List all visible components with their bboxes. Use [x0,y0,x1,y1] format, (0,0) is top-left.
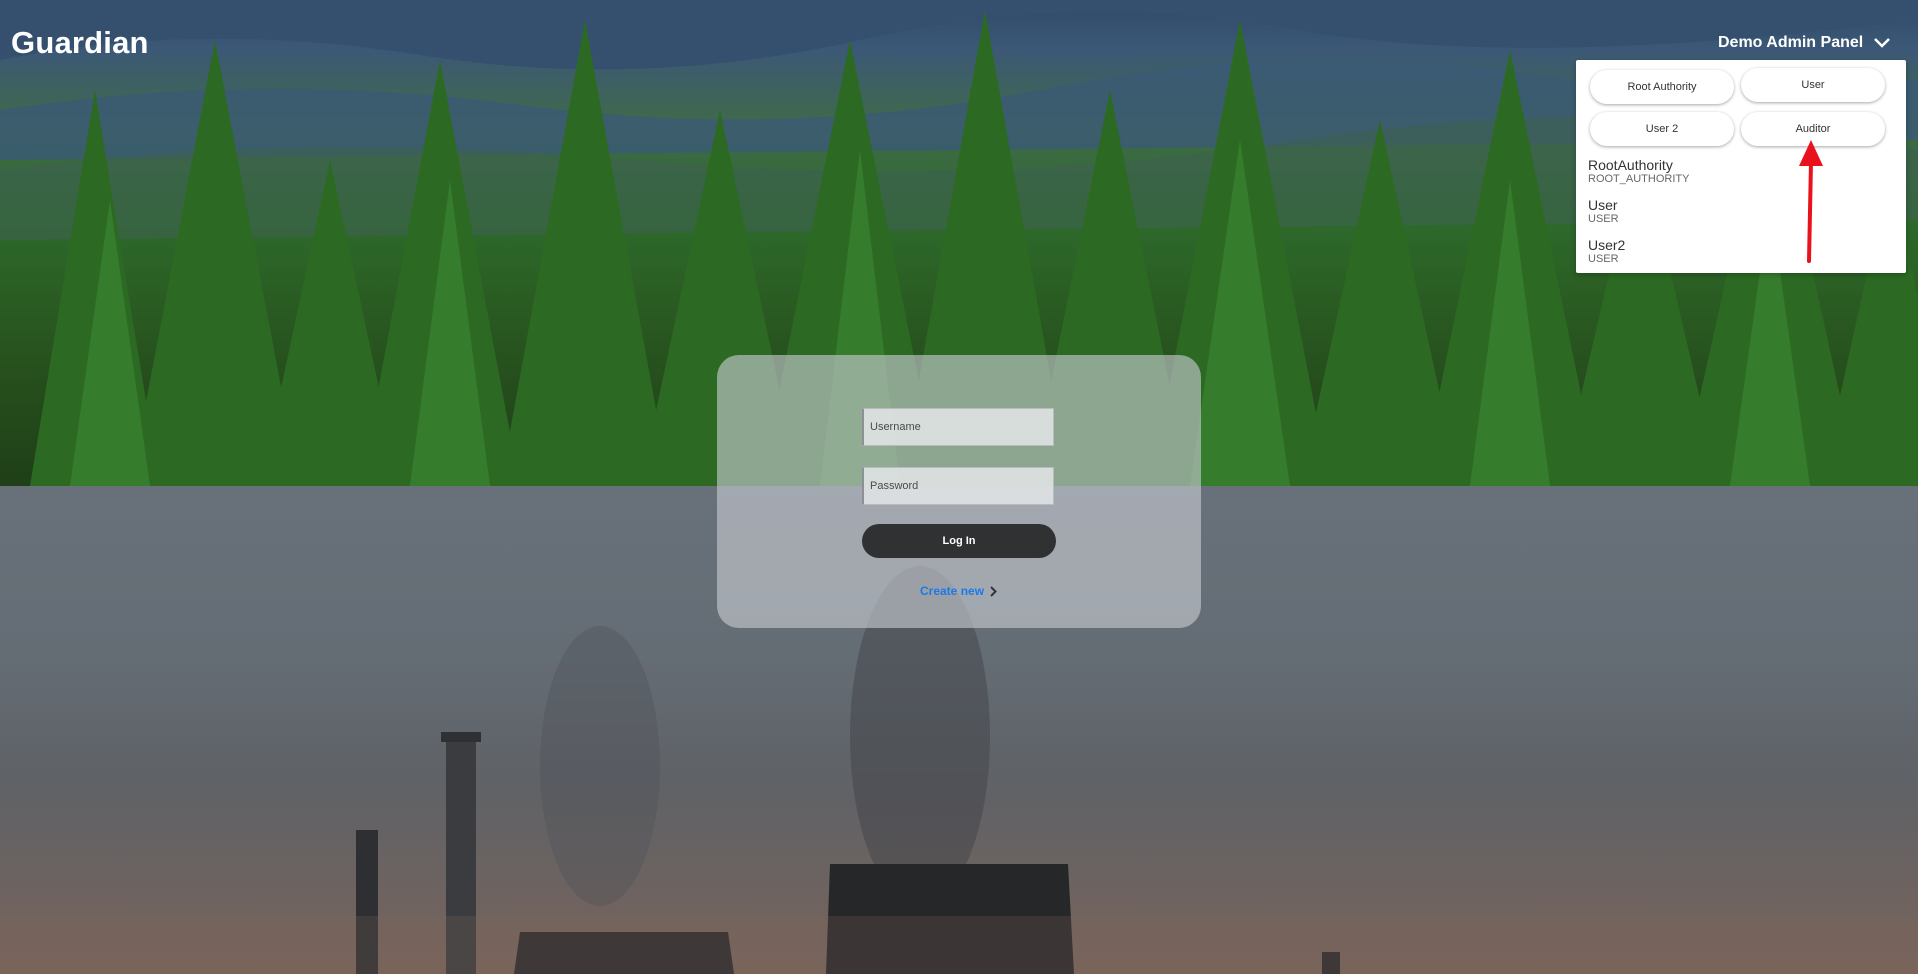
user-list-item[interactable]: User USER [1588,197,1619,226]
user-role: USER [1588,253,1619,265]
login-card: Log In Create new [717,355,1201,628]
user-name: RootAuthority [1588,157,1673,173]
brand-title: Guardian [11,25,149,60]
login-button[interactable]: Log In [862,524,1056,558]
root-authority-button[interactable]: Root Authority [1590,70,1734,104]
admin-panel-label: Demo Admin Panel [1718,34,1864,51]
user-name: User [1588,197,1618,213]
username-input[interactable] [862,408,1054,446]
user-name: User2 [1588,237,1626,253]
create-new-label: Create new [920,584,985,598]
admin-panel-dropdown: Root Authority User User 2 Auditor RootA… [1576,60,1906,273]
user-role: USER [1588,213,1619,225]
auditor-button[interactable]: Auditor [1741,112,1885,146]
user-list-item[interactable]: RootAuthority ROOT_AUTHORITY [1588,157,1690,186]
user-2-button[interactable]: User 2 [1590,112,1734,146]
chevron-down-icon [1874,38,1891,48]
user-button[interactable]: User [1741,68,1885,102]
password-input[interactable] [862,467,1054,505]
chevron-right-icon [990,585,997,597]
create-new-link[interactable]: Create new [920,584,997,598]
user-role: ROOT_AUTHORITY [1588,173,1690,185]
login-page: Guardian Demo Admin Panel Root Authority… [0,0,1918,974]
user-list-item[interactable]: User2 USER [1588,237,1626,266]
admin-panel-toggle[interactable]: Demo Admin Panel [1718,34,1891,52]
